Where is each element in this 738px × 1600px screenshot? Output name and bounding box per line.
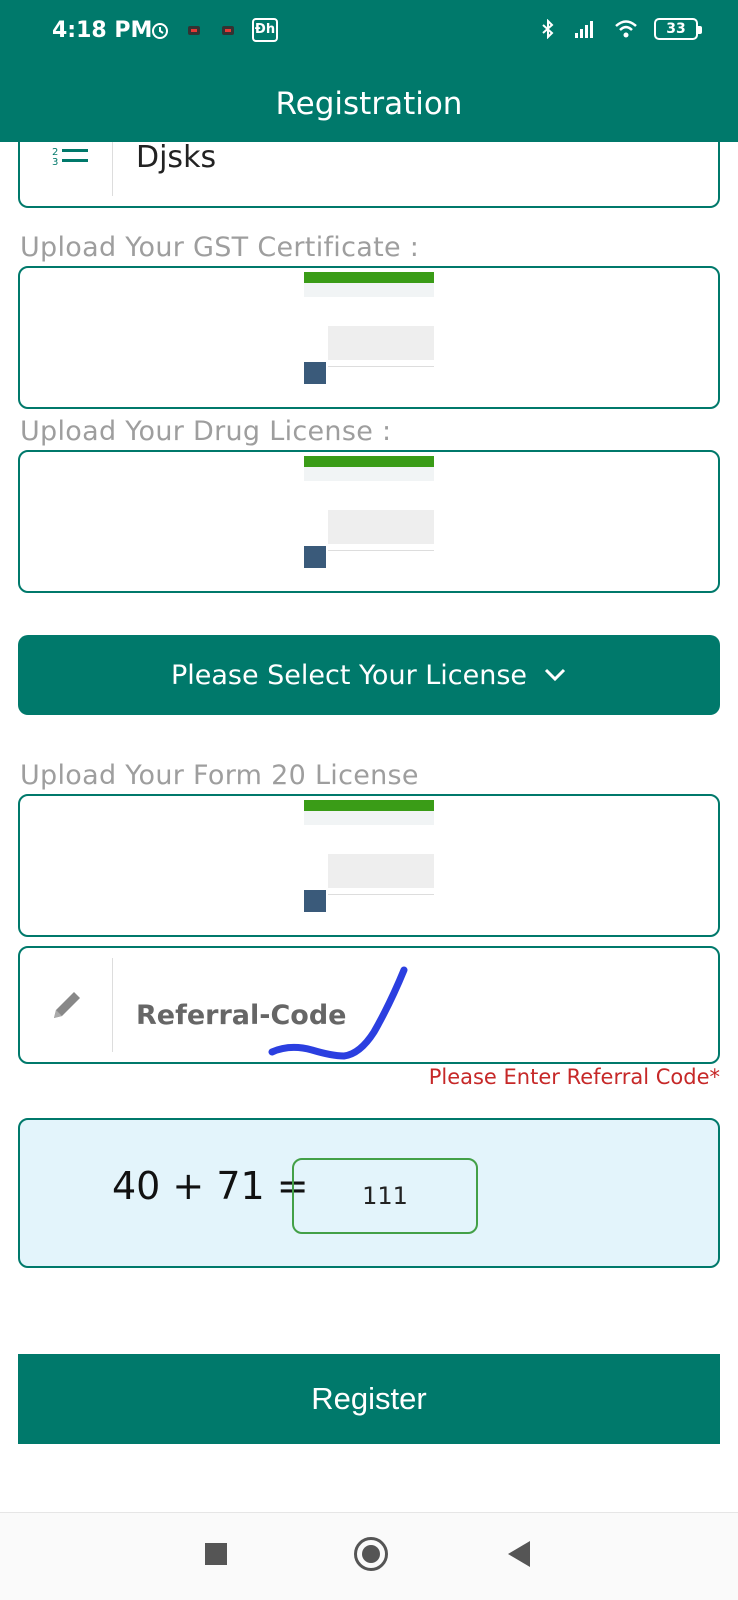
- battery-icon: 33: [654, 18, 702, 40]
- license-select-label: Please Select Your License: [170, 659, 528, 691]
- register-button[interactable]: Register: [18, 1354, 720, 1444]
- referral-error-text: Please Enter Referral Code*: [428, 1065, 720, 1089]
- form20-license-label: Upload Your Form 20 License: [20, 760, 419, 791]
- captcha-answer-input[interactable]: [292, 1158, 478, 1234]
- back-icon[interactable]: [508, 1541, 530, 1567]
- notification-app-icon: [188, 26, 200, 35]
- notification-app-icon-2: [222, 26, 234, 35]
- handwritten-checkmark: [268, 966, 408, 1060]
- status-right-icons: 33: [538, 18, 702, 40]
- page-title-overlay: Registration: [275, 86, 463, 122]
- svg-text:3: 3: [52, 157, 58, 168]
- captcha-equation: 40 + 71 =: [112, 1164, 309, 1208]
- gst-certificate-preview: [304, 272, 434, 390]
- form20-license-preview: [304, 800, 434, 918]
- drug-license-label: Upload Your Drug License :: [20, 416, 392, 447]
- form20-license-upload[interactable]: [18, 794, 720, 937]
- recent-apps-icon[interactable]: [205, 1543, 227, 1565]
- signal-icon: [575, 21, 593, 38]
- field-divider: [112, 958, 113, 1052]
- app-badge-icon: Ɖh: [252, 18, 278, 42]
- app-bar-overlay: Registration: [0, 66, 738, 142]
- name-field-value: Djsks: [136, 140, 217, 175]
- wifi-icon: [615, 20, 637, 38]
- status-time: 4:18 PM: [52, 18, 153, 43]
- status-bar: 4:18 PM Ɖh 33: [0, 0, 738, 66]
- gst-certificate-label: Upload Your GST Certificate :: [20, 232, 420, 263]
- gst-certificate-upload[interactable]: [18, 266, 720, 409]
- pencil-icon: [50, 948, 112, 1062]
- drug-license-upload[interactable]: [18, 450, 720, 593]
- alarm-icon: [152, 23, 168, 39]
- captcha-box: 40 + 71 =: [18, 1118, 720, 1268]
- chevron-down-icon: [544, 668, 566, 682]
- referral-code-field[interactable]: Referral-Code: [18, 946, 720, 1064]
- status-left-icons: Ɖh: [150, 18, 278, 42]
- license-select-button[interactable]: Please Select Your License: [18, 635, 720, 715]
- bluetooth-icon: [542, 19, 554, 39]
- home-icon[interactable]: [354, 1537, 388, 1571]
- drug-license-preview: [304, 456, 434, 574]
- system-nav-bar: [0, 1512, 738, 1600]
